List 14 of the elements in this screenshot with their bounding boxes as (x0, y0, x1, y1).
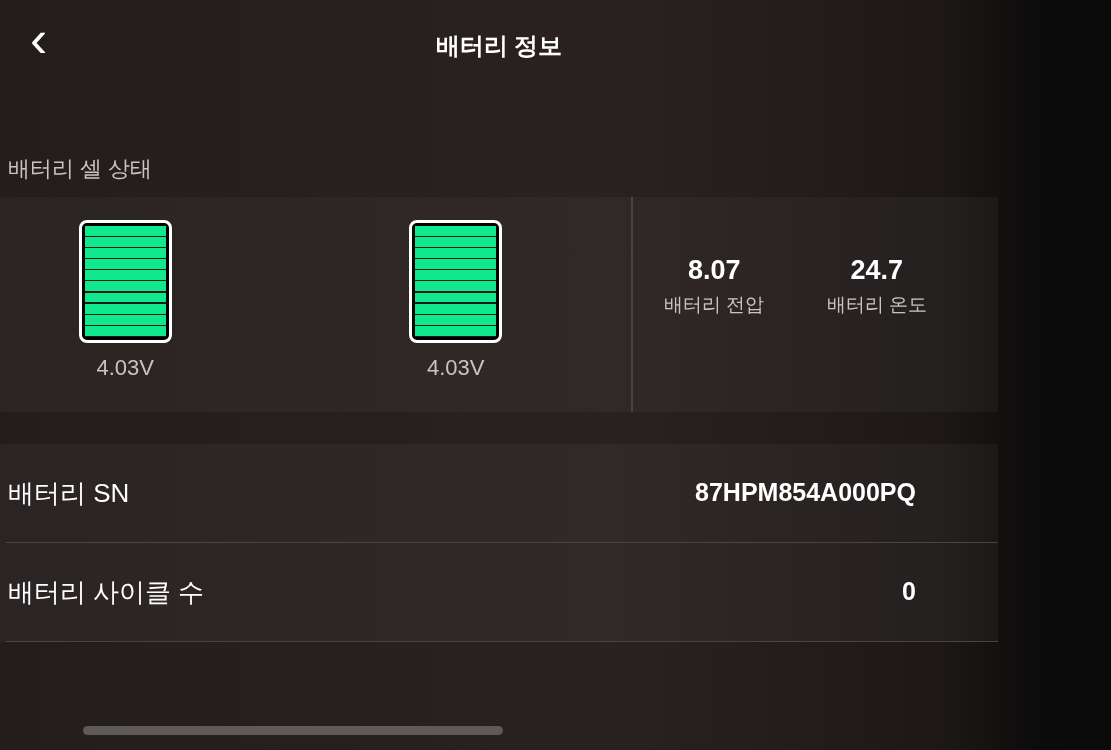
info-label: 배터리 사이클 수 (7, 575, 205, 609)
cell-voltage: 4.03V (96, 354, 154, 382)
scrollbar[interactable] (83, 726, 503, 735)
section-label: 배터리 셀 상태 (7, 155, 154, 183)
stat-value: 8.07 (687, 254, 741, 287)
page-title: 배터리 정보 (435, 32, 563, 59)
back-button[interactable]: ‹ (0, 13, 48, 75)
info-label: 배터리 SN (7, 476, 130, 510)
stat-label: 배터리 전압 (664, 292, 765, 317)
info-value: 0 (902, 576, 916, 608)
stat-value: 24.7 (850, 254, 904, 287)
stat-label: 배터리 온도 (826, 292, 927, 317)
cell-voltage: 4.03V (427, 354, 485, 382)
info-value: 87HPM854A000PQ (695, 477, 916, 509)
